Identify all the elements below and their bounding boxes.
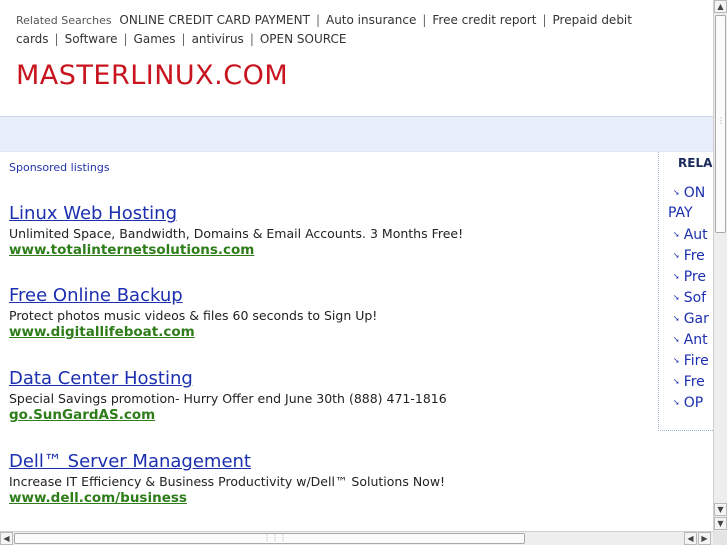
sidebar-item-label: PAY [668, 205, 693, 221]
sidebar-item-label: Fire [683, 353, 709, 369]
sidebar-list: ➘ ON PAY ➘ Aut ➘ Fre ➘ Pre ➘ Sof ➘ Gar ➘ Ant ➘ F… [668, 182, 709, 413]
separator: | [54, 32, 59, 46]
separator: | [249, 32, 254, 46]
arrow-icon: ➘ [673, 377, 680, 386]
sidebar-item-label: Fre [683, 374, 705, 390]
sidebar-item-label: OP [683, 395, 704, 411]
listing-description: Unlimited Space, Bandwidth, Domains & Em… [9, 226, 464, 241]
related-link-software[interactable]: Software [65, 32, 118, 46]
grip-icon: ⋮⋮⋮ [263, 533, 287, 542]
arrow-icon: ➘ [673, 356, 680, 365]
related-link-auto-insurance[interactable]: Auto insurance [326, 13, 416, 27]
sidebar-item-label: ON [683, 185, 706, 201]
listing-item: Dell™ Server Management Increase IT Effi… [9, 451, 649, 507]
scrollbar-corner [713, 531, 727, 545]
site-title[interactable]: MASTERLINUX.COM [16, 60, 288, 91]
separator: | [181, 32, 186, 46]
sidebar-item[interactable]: ➘ Pre [673, 266, 709, 287]
sidebar-item[interactable]: ➘ ON [673, 182, 709, 203]
listing-description: Protect photos music videos & files 60 s… [9, 308, 378, 323]
arrow-icon: ➘ [673, 335, 680, 344]
listing-title[interactable]: Linux Web Hosting [9, 203, 649, 225]
sidebar-item-continuation[interactable]: PAY [668, 203, 709, 224]
sidebar-item[interactable]: ➘ Ant [673, 329, 709, 350]
arrow-icon: ➘ [673, 293, 680, 302]
related-link-open-source[interactable]: OPEN SOURCE [260, 32, 347, 46]
page-viewport: Related Searches ONLINE CREDIT CARD PAYM… [0, 0, 713, 531]
arrow-icon: ➘ [673, 398, 680, 407]
scroll-right-button[interactable]: ▶ [698, 532, 711, 545]
listing-url[interactable]: www.dell.com/business [9, 490, 649, 507]
arrow-icon: ➘ [673, 230, 680, 239]
arrow-icon: ➘ [673, 272, 680, 281]
listing-title[interactable]: Dell™ Server Management [9, 451, 649, 473]
sidebar-item-label: Fre [683, 248, 705, 264]
related-link-free-credit-report[interactable]: Free credit report [432, 13, 536, 27]
separator: | [542, 13, 547, 27]
sponsored-listings-label: Sponsored listings [9, 161, 110, 174]
sidebar-item-label: Sof [683, 290, 707, 306]
separator: | [422, 13, 427, 27]
scroll-left-button[interactable]: ◀ [0, 532, 13, 545]
sidebar-item-label: Ant [683, 332, 708, 348]
grip-icon: ⋮⋮ [717, 116, 727, 125]
related-sidebar: RELA ➘ ON PAY ➘ Aut ➘ Fre ➘ Pre ➘ Sof ➘ Gar ➘ A… [658, 152, 713, 431]
listing-url[interactable]: www.totalinternetsolutions.com [9, 242, 649, 259]
vertical-scroll-thumb[interactable]: ⋮⋮ [715, 15, 727, 233]
arrow-icon: ➘ [673, 251, 680, 260]
horizontal-scroll-thumb[interactable]: ⋮⋮⋮ [14, 533, 525, 544]
listing-title[interactable]: Free Online Backup [9, 285, 649, 307]
search-band [0, 116, 713, 152]
related-link-games[interactable]: Games [134, 32, 176, 46]
sidebar-item[interactable]: ➘ OP [673, 392, 709, 413]
related-searches-label: Related Searches [16, 14, 112, 27]
arrow-icon: ➘ [673, 188, 680, 197]
sidebar-item-label: Aut [683, 227, 708, 243]
horizontal-scrollbar[interactable]: ◀ ⋮⋮⋮ ◀ ▶ [0, 531, 713, 545]
sidebar-item[interactable]: ➘ Fre [673, 245, 709, 266]
listing-title[interactable]: Data Center Hosting [9, 368, 649, 390]
vertical-scrollbar[interactable]: ▲ ⋮⋮ ▼ ▼ [713, 0, 727, 531]
sidebar-heading: RELA [678, 156, 713, 170]
sidebar-item-label: Gar [683, 311, 709, 327]
arrow-icon: ➘ [673, 314, 680, 323]
sidebar-item[interactable]: ➘ Sof [673, 287, 709, 308]
listing-item: Free Online Backup Protect photos music … [9, 285, 649, 341]
scroll-down-button[interactable]: ▼ [714, 503, 727, 516]
sidebar-item[interactable]: ➘ Fire [673, 350, 709, 371]
listing-item: Data Center Hosting Special Savings prom… [9, 368, 649, 424]
listing-description: Special Savings promotion- Hurry Offer e… [9, 391, 447, 406]
scroll-left-button-2[interactable]: ◀ [684, 532, 697, 545]
separator: | [315, 13, 320, 27]
listing-description: Increase IT Efficiency & Business Produc… [9, 474, 446, 489]
listing-url[interactable]: go.SunGardAS.com [9, 407, 649, 424]
related-link-antivirus[interactable]: antivirus [192, 32, 244, 46]
sidebar-item-label: Pre [683, 269, 706, 285]
scroll-up-button[interactable]: ▲ [714, 0, 727, 13]
listing-url[interactable]: www.digitallifeboat.com [9, 324, 649, 341]
related-searches-bar: Related Searches ONLINE CREDIT CARD PAYM… [16, 11, 713, 48]
sidebar-item[interactable]: ➘ Fre [673, 371, 709, 392]
scroll-down-button-2[interactable]: ▼ [714, 517, 727, 530]
sidebar-item[interactable]: ➘ Gar [673, 308, 709, 329]
listing-item: Linux Web Hosting Unlimited Space, Bandw… [9, 203, 649, 259]
sidebar-item[interactable]: ➘ Aut [673, 224, 709, 245]
separator: | [123, 32, 128, 46]
related-link-online-credit-card-payment[interactable]: ONLINE CREDIT CARD PAYMENT [119, 13, 310, 27]
